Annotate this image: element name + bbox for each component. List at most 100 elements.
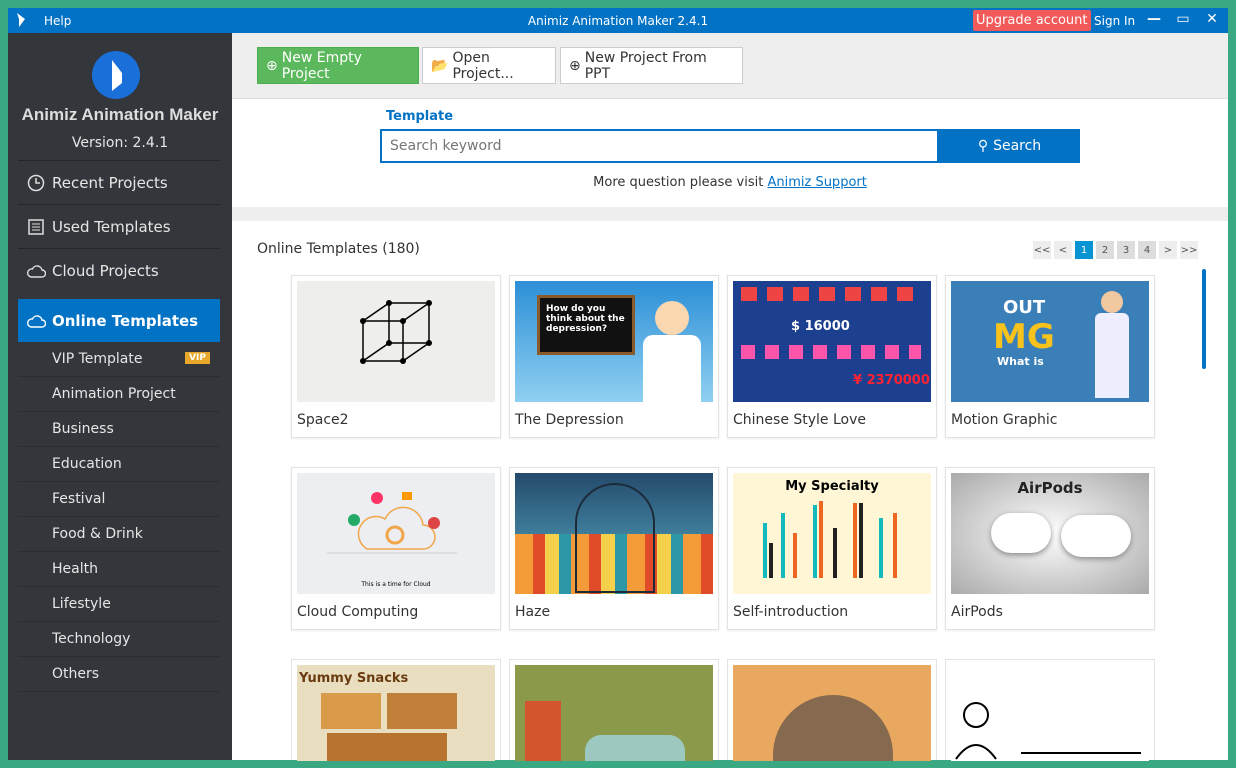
list-icon (26, 217, 46, 237)
template-card[interactable] (945, 659, 1155, 761)
template-thumbnail (515, 473, 713, 594)
title-bar: Help Animiz Animation Maker 2.4.1 Upgrad… (8, 8, 1228, 33)
template-thumbnail: My Specialty (733, 473, 931, 594)
search-button[interactable]: ⚲ Search (939, 129, 1080, 163)
sidebar-item-label: Cloud Projects (52, 261, 159, 280)
section-title: Online Templates (180) (257, 241, 420, 257)
template-name: AirPods (951, 604, 1003, 620)
thumb-text: How do you think about the depression? (537, 295, 635, 355)
sidebar-subitem-label: Animation Project (52, 386, 176, 402)
sidebar-subitem-label: VIP Template (52, 351, 143, 367)
search-icon: ⚲ (977, 138, 989, 154)
page-button[interactable]: > (1159, 241, 1177, 259)
sidebar-subitem-lifestyle[interactable]: Lifestyle (18, 587, 220, 622)
thumb-text: ¥ 2370000 (853, 373, 930, 388)
app-name: Animiz Animation Maker (21, 105, 219, 124)
sidebar-subitem-festival[interactable]: Festival (18, 482, 220, 517)
sidebar-subitem-label: Lifestyle (52, 596, 111, 612)
animiz-support-link[interactable]: Animiz Support (767, 175, 866, 190)
sidebar-subitem-label: Business (52, 421, 114, 437)
sidebar-subitem-education[interactable]: Education (18, 447, 220, 482)
page-button[interactable]: 4 (1138, 241, 1156, 259)
template-card[interactable]: AirPods AirPods (945, 467, 1155, 630)
template-thumbnail: $ 16000 ¥ 2370000 (733, 281, 931, 402)
sidebar-subitem-vip-template[interactable]: VIP Template VIP (18, 342, 220, 377)
sidebar-item-used-templates[interactable]: Used Templates (18, 205, 220, 248)
template-card[interactable]: Space2 (291, 275, 501, 438)
sidebar-subitem-label: Others (52, 666, 100, 682)
sidebar-subitem-label: Food & Drink (52, 526, 143, 542)
plus-circle-icon: ⊕ (266, 57, 278, 74)
support-text: More question please visit Animiz Suppor… (232, 175, 1228, 190)
sidebar-item-cloud-projects[interactable]: Cloud Projects (18, 249, 220, 292)
app-version: Version: 2.4.1 (71, 135, 169, 151)
button-label: New Project From PPT (584, 49, 707, 82)
vip-badge: VIP (185, 352, 210, 364)
template-card[interactable] (509, 659, 719, 761)
template-name: Chinese Style Love (733, 412, 867, 428)
app-logo (92, 51, 140, 99)
sidebar-subitem-business[interactable]: Business (18, 412, 220, 447)
template-card[interactable]: This is a time for Cloud Cloud Computing (291, 467, 501, 630)
template-thumbnail: How do you think about the depression? (515, 281, 713, 402)
sidebar-subitem-technology[interactable]: Technology (18, 622, 220, 657)
search-scope-tab[interactable]: Template (386, 109, 453, 124)
template-card[interactable]: Yummy Snacks (291, 659, 501, 761)
sidebar-item-label: Used Templates (52, 217, 171, 236)
sidebar-item-recent-projects[interactable]: Recent Projects (18, 161, 220, 204)
scrollbar[interactable] (1202, 269, 1206, 369)
templates-panel: Online Templates (180) << <1 2 3 4 > >> Space2… (232, 221, 1228, 761)
template-card[interactable]: OUT MG What is Motion Graphic (945, 275, 1155, 438)
button-label: Open Project... (452, 49, 514, 82)
thumb-text: OUT (1003, 297, 1046, 318)
sidebar-item-online-templates[interactable]: Online Templates (18, 299, 220, 342)
support-prefix: More question please visit (593, 175, 768, 190)
minimize-icon[interactable]: — (1144, 11, 1164, 29)
sidebar-subitem-health[interactable]: Health (18, 552, 220, 587)
template-card[interactable]: My Specialty Self-introduction (727, 467, 937, 630)
divider (232, 207, 1228, 221)
template-card[interactable] (727, 659, 937, 761)
thumb-text: Yummy Snacks (299, 671, 409, 686)
sidebar-subitem-food-drink[interactable]: Food & Drink (18, 517, 220, 552)
page-button[interactable]: 1 (1075, 241, 1093, 259)
open-project-button[interactable]: 📂 Open Project... (422, 47, 556, 84)
app-window: Help Animiz Animation Maker 2.4.1 Upgrad… (8, 8, 1228, 761)
new-empty-project-button[interactable]: ⊕ New Empty Project (257, 47, 419, 84)
toolbar: ⊕ New Empty Project 📂 Open Project... ⊕ New… (232, 33, 1228, 99)
template-card[interactable]: $ 16000 ¥ 2370000 Chinese Style Love (727, 275, 937, 438)
search-input[interactable] (380, 129, 939, 163)
template-thumbnail (733, 665, 931, 761)
page-button[interactable]: < (1054, 241, 1072, 259)
thumb-text: $ 16000 (791, 319, 850, 334)
upgrade-account-button[interactable]: Upgrade account (973, 10, 1091, 31)
page-button[interactable]: >> (1180, 241, 1198, 259)
thumb-text: AirPods (1017, 479, 1083, 497)
sidebar-subitem-animation-project[interactable]: Animation Project (18, 377, 220, 412)
template-thumbnail (515, 665, 713, 761)
page-button[interactable]: 2 (1096, 241, 1114, 259)
template-name: Haze (515, 604, 551, 620)
thumb-text: What is (997, 355, 1044, 368)
new-project-from-ppt-button[interactable]: ⊕ New Project From PPT (560, 47, 743, 84)
template-card[interactable]: How do you think about the depression? Th… (509, 275, 719, 438)
thumb-text: MG (993, 317, 1055, 357)
page-button[interactable]: << (1033, 241, 1051, 259)
pagination: << <1 2 3 4 > >> (1033, 241, 1198, 259)
button-label: Search (993, 138, 1042, 154)
template-thumbnail (297, 281, 495, 402)
cloud-icon (26, 311, 46, 331)
maximize-icon[interactable]: ▭ (1173, 11, 1193, 29)
sidebar-subitem-others[interactable]: Others (18, 657, 220, 692)
clock-icon (26, 173, 46, 193)
template-thumbnail: Yummy Snacks (297, 665, 495, 761)
sidebar-subitem-label: Health (52, 561, 98, 577)
template-thumbnail (951, 665, 1149, 761)
template-card[interactable]: Haze (509, 467, 719, 630)
page-button[interactable]: 3 (1117, 241, 1135, 259)
sidebar-subitem-label: Festival (52, 491, 106, 507)
sign-in-button[interactable]: Sign In (1094, 14, 1135, 28)
button-label: New Empty Project (281, 49, 362, 82)
close-icon[interactable]: ✕ (1202, 11, 1222, 29)
template-thumbnail: OUT MG What is (951, 281, 1149, 402)
